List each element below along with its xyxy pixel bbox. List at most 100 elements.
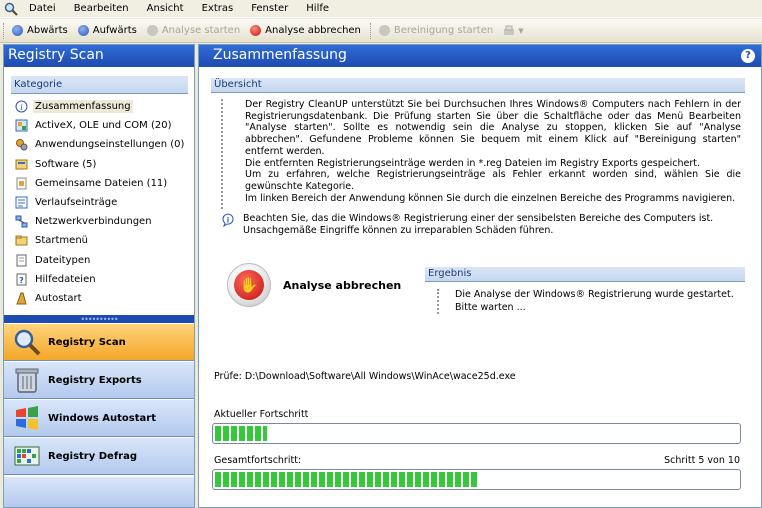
overview-paragraph: Um zu erfahren, welche Registrierungsein… <box>245 169 741 192</box>
nav-registry-defrag[interactable]: Registry Defrag <box>4 437 194 475</box>
menu-ansicht[interactable]: Ansicht <box>138 3 193 14</box>
cleanup-button[interactable]: Bereinigung starten <box>375 21 497 41</box>
tree-item-startmenue[interactable]: Startmenü <box>14 231 194 250</box>
autostart-icon <box>14 291 28 305</box>
toolbar: Abwärts Aufwärts Analyse starten Analyse… <box>0 19 762 43</box>
tree-item-gemeinsame-dateien[interactable]: Gemeinsame Dateien (11) <box>14 174 194 193</box>
menu-bearbeiten[interactable]: Bearbeiten <box>65 3 138 14</box>
menu-datei[interactable]: Datei <box>20 3 65 14</box>
recycle-bin-icon <box>12 365 42 395</box>
result-header: Ergebnis <box>425 267 745 282</box>
history-icon <box>14 196 28 210</box>
software-icon <box>14 157 28 171</box>
result-text: Die Analyse der Windows® Registrierung w… <box>437 289 743 314</box>
svg-text:i: i <box>227 217 229 225</box>
nav-label: Registry Defrag <box>48 450 138 462</box>
tree-item-verlaufseintraege[interactable]: Verlaufseinträge <box>14 193 194 212</box>
overview-paragraph: Im linken Bereich der Anwendung können S… <box>245 192 736 204</box>
nav-label: Registry Scan <box>48 336 126 348</box>
warning-note: i Beachten Sie, das die Windows® Registr… <box>219 213 739 237</box>
tree-item-label: Zusammenfassung <box>33 100 133 114</box>
overview-paragraph: Die entfernten Registrierungseinträge we… <box>245 157 701 169</box>
back-button[interactable]: Abwärts <box>8 21 72 41</box>
svg-text:?: ? <box>19 276 24 285</box>
abort-analysis-label: Analyse abbrechen <box>265 25 361 36</box>
scan-path: Prüfe: D:\Download\Software\All Windows\… <box>214 371 516 382</box>
warning-info-icon: i <box>221 213 235 228</box>
component-icon <box>14 119 28 133</box>
cleanup-label: Bereinigung starten <box>393 25 494 36</box>
nav-registry-scan[interactable]: Registry Scan <box>4 323 194 361</box>
tree-item-label: Netzwerkverbindungen <box>35 216 152 228</box>
sidebar: Registry Scan Kategorie i Zusammenfassun… <box>3 44 195 508</box>
page-title: Zusammenfassung <box>213 47 347 63</box>
network-icon <box>14 215 28 229</box>
tree-item-hilfedateien[interactable]: ? Hilfedateien <box>14 270 194 289</box>
help-files-icon: ? <box>14 272 28 286</box>
tree-item-activex[interactable]: ActiveX, OLE und COM (20) <box>14 116 194 135</box>
tree-item-netzwerkverbindungen[interactable]: Netzwerkverbindungen <box>14 212 194 231</box>
gears-icon <box>14 138 28 152</box>
cleanup-icon <box>378 25 390 36</box>
tree-item-zusammenfassung[interactable]: i Zusammenfassung <box>14 97 194 116</box>
abort-analysis-big-button[interactable]: ✋ Analyse abbrechen <box>227 263 401 307</box>
total-progress-label: Gesamtfortschritt: <box>214 455 302 466</box>
category-tree: i Zusammenfassung ActiveX, OLE und COM (… <box>14 97 194 308</box>
tree-item-label: Autostart <box>35 292 82 304</box>
tree-item-label: Startmenü <box>35 235 88 247</box>
arrow-down-icon <box>12 25 23 36</box>
start-analysis-button[interactable]: Analyse starten <box>143 21 244 41</box>
file-types-icon <box>14 253 28 267</box>
shared-files-icon <box>14 176 28 190</box>
category-header: Kategorie <box>11 76 188 94</box>
overview-paragraph: Der Registry CleanUP unterstützt Sie bei… <box>245 99 741 157</box>
menu-bar: Datei Bearbeiten Ansicht Extras Fenster … <box>0 0 762 18</box>
stop-hand-icon: ✋ <box>227 263 271 307</box>
tree-item-anwendungseinstellungen[interactable]: Anwendungseinstellungen (0) <box>14 135 194 154</box>
svg-text:i: i <box>20 103 23 112</box>
menu-fenster[interactable]: Fenster <box>242 3 297 14</box>
toolbar-grip <box>3 22 5 39</box>
forward-label: Aufwärts <box>92 25 137 36</box>
tree-item-label: Software (5) <box>35 158 97 170</box>
overview-text: Der Registry CleanUP unterstützt Sie bei… <box>221 99 741 209</box>
tree-item-label: Gemeinsame Dateien (11) <box>35 177 168 189</box>
abort-analysis-button[interactable]: Analyse abbrechen <box>246 21 365 41</box>
menu-hilfe[interactable]: Hilfe <box>297 3 338 14</box>
sidebar-splitter[interactable]: •••••••••• <box>4 315 194 324</box>
tree-item-dateitypen[interactable]: Dateitypen <box>14 251 194 270</box>
total-progress-bar <box>212 469 741 490</box>
sidebar-title: Registry Scan <box>4 45 194 67</box>
total-progress-fill <box>215 472 477 487</box>
main-header: Zusammenfassung ? <box>199 45 761 67</box>
arrow-up-icon <box>77 25 89 36</box>
current-progress-fill <box>215 426 268 441</box>
overview-header: Übersicht <box>211 78 745 93</box>
toolbar-separator <box>369 22 372 39</box>
start-analysis-label: Analyse starten <box>161 25 241 36</box>
print-dropdown-button[interactable]: ▼ <box>499 21 527 41</box>
menu-extras[interactable]: Extras <box>193 3 243 14</box>
info-icon: i <box>14 100 28 114</box>
tree-item-label: Hilfedateien <box>35 273 96 285</box>
forward-button[interactable]: Aufwärts <box>74 21 141 41</box>
warning-text: Beachten Sie, das die Windows® Registrie… <box>243 213 714 236</box>
big-button-label: Analyse abbrechen <box>283 278 402 292</box>
tree-item-label: Dateitypen <box>35 254 91 266</box>
tree-item-autostart[interactable]: Autostart <box>14 289 194 308</box>
step-counter: Schritt 5 von 10 <box>664 455 740 466</box>
current-progress-label: Aktueller Fortschritt <box>214 409 309 420</box>
back-label: Abwärts <box>27 25 68 36</box>
tree-item-label: Verlaufseinträge <box>35 197 118 209</box>
tree-item-software[interactable]: Software (5) <box>14 155 194 174</box>
windows-flag-icon <box>12 403 42 433</box>
help-icon[interactable]: ? <box>741 49 755 63</box>
nav-registry-exports[interactable]: Registry Exports <box>4 361 194 399</box>
nav-footer <box>4 477 194 507</box>
magnifier-icon <box>12 327 42 357</box>
tree-item-label: Anwendungseinstellungen (0) <box>35 139 185 151</box>
tree-item-label: ActiveX, OLE und COM (20) <box>35 120 172 132</box>
play-icon <box>146 25 158 36</box>
nav-windows-autostart[interactable]: Windows Autostart <box>4 399 194 437</box>
stop-icon <box>250 25 262 36</box>
